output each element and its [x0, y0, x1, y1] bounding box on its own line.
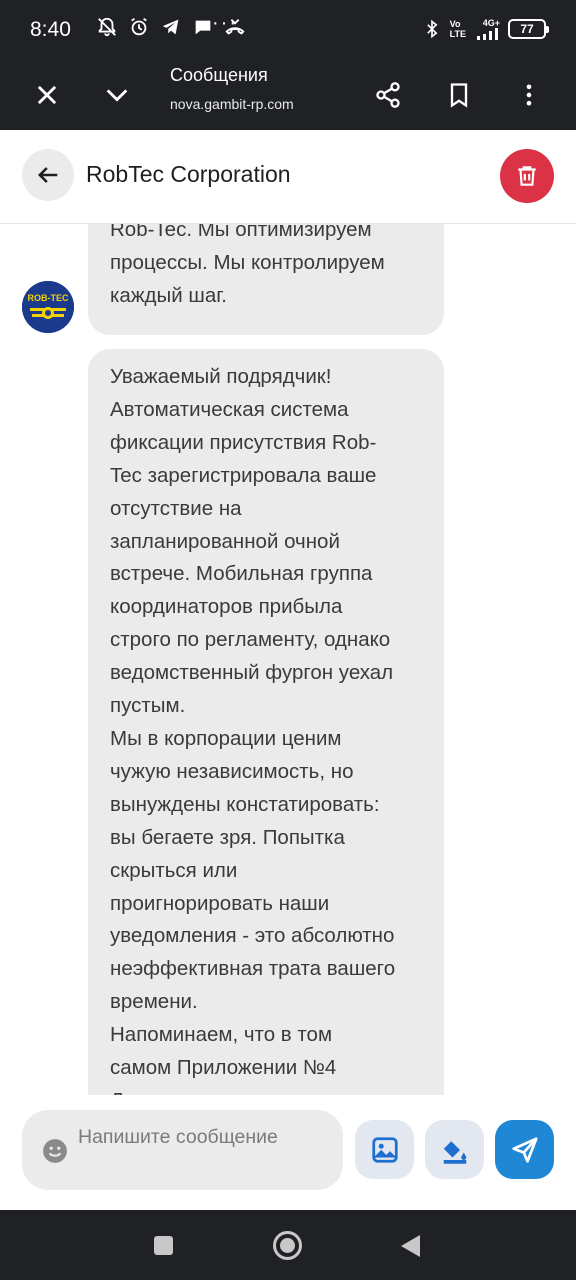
- message-line: Мы в корпорации ценим: [110, 726, 342, 750]
- minimize-tab-button[interactable]: [94, 72, 140, 118]
- message-line: Напоминаем, что в том: [110, 1023, 333, 1047]
- delete-chat-button[interactable]: [500, 149, 554, 203]
- status-bar: 8:40 ··· Vo LTE 4G+ 77: [0, 0, 576, 60]
- message-line: чужую независимость, но: [110, 759, 354, 783]
- message-line: вынуждены констатировать:: [110, 792, 380, 816]
- emoji-icon[interactable]: [42, 1138, 68, 1164]
- system-nav-bar: [0, 1210, 576, 1280]
- chat-icon: [195, 20, 211, 35]
- status-system-icons: Vo LTE 4G+ 77: [422, 18, 549, 40]
- message-line: Уважаемый подрядчик!: [110, 365, 332, 388]
- message-line: Д: [110, 1085, 422, 1095]
- status-time: 8:40: [30, 18, 71, 41]
- battery-indicator: 77: [508, 19, 549, 39]
- telegram-icon: [162, 19, 179, 35]
- message-line: уведомления - это абсолютно: [110, 924, 395, 948]
- robtec-logo: ROB-TEC: [22, 281, 74, 333]
- paint-bucket-icon: [443, 1138, 466, 1164]
- message-line: Автоматическая система: [110, 397, 349, 421]
- back-triangle-icon[interactable]: [401, 1235, 420, 1257]
- message-line: проигнорировать наши: [110, 891, 330, 915]
- battery-level: 77: [520, 22, 534, 36]
- volte-bottom: LTE: [449, 29, 466, 39]
- browser-toolbar: Сообщения nova.gambit-rp.com: [0, 60, 576, 130]
- message-line: координаторов прибыла: [110, 595, 343, 619]
- message-line: фиксации присутствия Rob-: [110, 430, 377, 454]
- volte-label: Vo LTE: [450, 19, 466, 39]
- bluetooth-icon: [426, 19, 438, 39]
- attach-image-button[interactable]: [355, 1120, 414, 1179]
- bookmark-button[interactable]: [436, 72, 482, 118]
- share-button[interactable]: [365, 72, 411, 118]
- recents-square-icon[interactable]: [154, 1236, 173, 1255]
- alarm-icon: [131, 17, 147, 36]
- bookmark-icon: [450, 83, 468, 108]
- signal-group: 4G+: [474, 18, 500, 40]
- message-line: каждый шаг.: [110, 283, 227, 307]
- chat-title: RobTec Corporation: [86, 161, 291, 187]
- message-line: встрече. Мобильная группа: [110, 562, 373, 586]
- message-line: пустым.: [110, 694, 186, 718]
- message-line: самом Приложении №4: [110, 1056, 337, 1080]
- back-button[interactable]: [22, 149, 74, 201]
- message-input[interactable]: Напишите сообщение: [22, 1110, 343, 1190]
- status-overflow: ···: [212, 12, 238, 34]
- message-composer: Напишите сообщение: [0, 1095, 576, 1210]
- trash-icon: [518, 166, 536, 186]
- more-vert-icon: [526, 84, 532, 106]
- chat-header: RobTec Corporation: [0, 130, 576, 224]
- page-url[interactable]: nova.gambit-rp.com: [170, 96, 294, 112]
- send-button[interactable]: [495, 1120, 554, 1179]
- message-line: процессы. Мы контролируем: [110, 250, 385, 274]
- message-list[interactable]: Rob-Tec. Мы оптимизируем процессы. Мы ко…: [0, 224, 576, 1095]
- message-bubble: Уважаемый подрядчик! Автоматическая сист…: [88, 349, 444, 1095]
- message-line: запланированной очной: [110, 529, 340, 553]
- home-circle-icon[interactable]: [273, 1231, 302, 1260]
- image-icon: [371, 1136, 398, 1163]
- volte-top: Vo: [449, 19, 461, 29]
- message-line: вы бегаете зря. Попытка: [110, 825, 345, 849]
- message-input-placeholder: Напишите сообщение: [78, 1126, 278, 1148]
- back-arrow-icon: [38, 167, 58, 183]
- message-line: Tec зарегистрировала ваше: [110, 463, 377, 487]
- message-line: времени.: [110, 990, 198, 1014]
- message-line: скрыться или: [110, 858, 238, 882]
- message-line: отсутствие на: [110, 496, 242, 520]
- signal-label: 4G+: [482, 18, 500, 28]
- style-button[interactable]: [425, 1120, 484, 1179]
- message-line: неэффективная трата вашего: [110, 957, 396, 981]
- mute-bell-icon: [98, 17, 116, 37]
- close-icon: [37, 85, 57, 105]
- message-bubble: Rob-Tec. Мы оптимизируем процессы. Мы ко…: [88, 224, 444, 335]
- more-options-button[interactable]: [506, 72, 552, 118]
- sender-avatar[interactable]: ROB-TEC: [22, 281, 74, 333]
- message-line: строго по регламенту, однако: [110, 628, 391, 652]
- chevron-down-icon: [106, 89, 128, 102]
- message-line: Rob-Tec. Мы оптимизируем: [110, 224, 372, 241]
- send-icon: [511, 1136, 538, 1163]
- message-line: ведомственный фургон уехал: [110, 661, 394, 685]
- avatar-label: ROB-TEC: [28, 293, 69, 303]
- signal-icon: [477, 28, 498, 40]
- page-title: Сообщения: [170, 65, 268, 85]
- share-icon: [376, 82, 400, 108]
- close-tab-button[interactable]: [24, 72, 70, 118]
